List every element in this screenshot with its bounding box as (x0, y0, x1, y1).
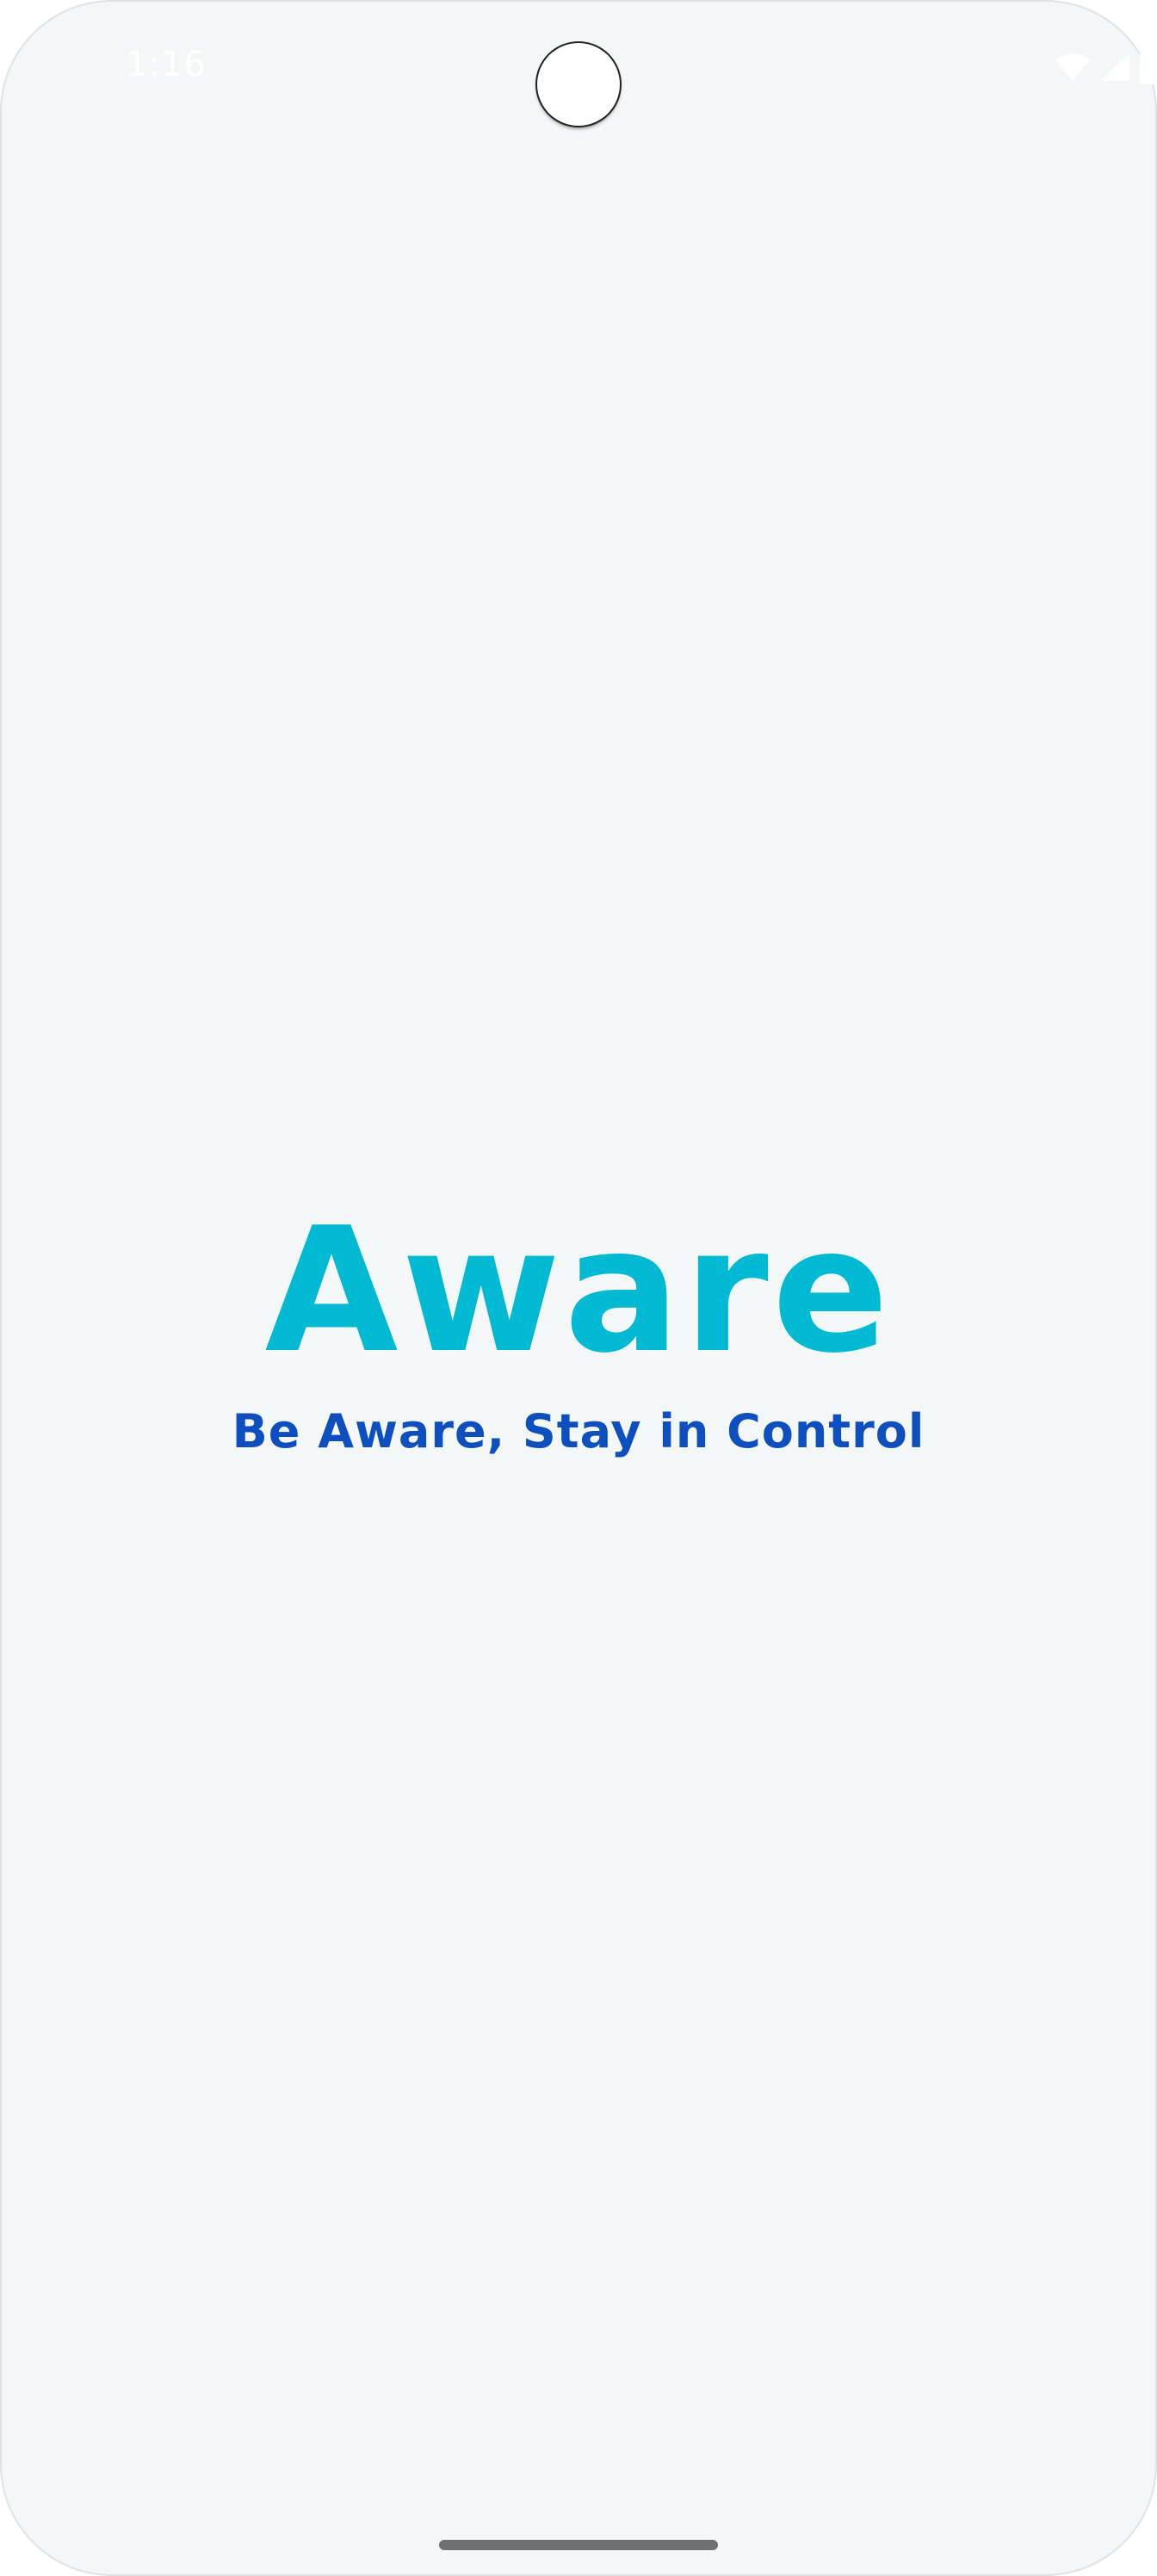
status-icons (1054, 48, 1157, 86)
signal-icon (1097, 52, 1131, 83)
status-bar: 1:16 (0, 0, 1157, 138)
status-time: 1:16 (126, 45, 207, 84)
app-name-logo: Aware (264, 1191, 893, 1391)
home-indicator[interactable] (439, 2540, 718, 2550)
app-tagline: Be Aware, Stay in Control (232, 1404, 925, 1458)
phone-screen: 1:16 Aware Be Aware, Stay in Control (0, 0, 1157, 2576)
splash-content: Aware Be Aware, Stay in Control (0, 1197, 1157, 1462)
front-camera-cutout (537, 43, 620, 126)
wifi-icon (1054, 52, 1092, 83)
battery-icon (1140, 50, 1157, 84)
